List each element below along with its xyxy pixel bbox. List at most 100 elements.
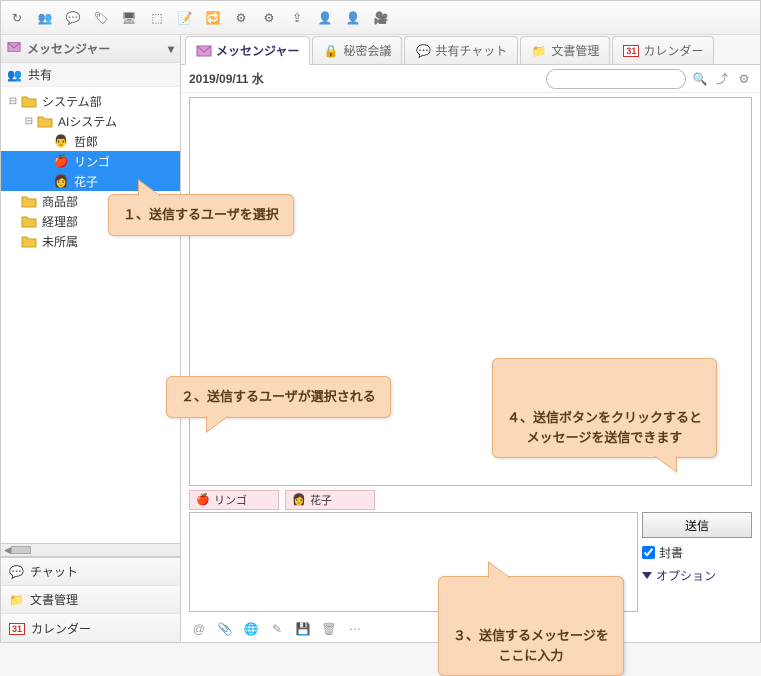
compose-icon[interactable]: 📝 (175, 8, 195, 28)
mail-icon (7, 40, 21, 57)
tab-mail[interactable]: メッセンジャー (185, 36, 310, 65)
trash-icon[interactable]: 🗑 (321, 621, 337, 637)
gear1-icon[interactable]: ⚙ (231, 8, 251, 28)
present-icon[interactable]: 🖥 (119, 8, 139, 28)
tree-label: 未所属 (42, 233, 78, 250)
sidenav-label: 文書管理 (30, 591, 78, 608)
search-icon[interactable]: 🔍 (692, 71, 708, 87)
mail-icon (196, 43, 212, 59)
up-icon[interactable]: ⤴ (714, 71, 730, 87)
person-add-icon[interactable]: 👤 (315, 8, 335, 28)
search-input[interactable] (546, 69, 686, 89)
tree-label: 経理部 (42, 213, 78, 230)
at-icon[interactable]: @ (191, 621, 207, 637)
tree-user[interactable]: 👨 哲郎 (1, 131, 180, 151)
folder-icon (21, 214, 37, 228)
sidebar: メッセンジャー ▾ 👥 共有 ⊟ システム部 ⊟ AIシステム 👨 哲郎 🍎 リンゴ 👩 花子商品… (1, 35, 181, 642)
marquee-icon[interactable]: ⬚ (147, 8, 167, 28)
triangle-down-icon (642, 572, 652, 579)
clip-icon[interactable]: 📎 (217, 621, 233, 637)
sidenav-doc[interactable]: 📁 文書管理 (1, 586, 180, 614)
folder-icon (21, 94, 37, 108)
tree-label: 哲郎 (74, 133, 98, 150)
apple-icon: 🍎 (53, 153, 69, 169)
tab-label: 文書管理 (551, 42, 599, 59)
sidenav-label: チャット (30, 563, 78, 580)
chevron-icon[interactable]: ▾ (168, 42, 174, 56)
tab-cal[interactable]: 31カレンダー (612, 36, 714, 64)
more-icon[interactable]: ⋯ (347, 621, 363, 637)
tree-label: 花子 (74, 173, 98, 190)
tree-user[interactable]: 🍎 リンゴ (1, 151, 180, 171)
avatar-f-icon: 👩 (292, 493, 306, 507)
sidebar-title: メッセンジャー (27, 40, 110, 57)
tab-label: 秘密会議 (343, 42, 391, 59)
tab-doc[interactable]: 📁文書管理 (520, 36, 610, 64)
recipient-row: 🍎リンゴ 👩 花子 (189, 490, 638, 510)
gear-icon[interactable]: ⚙ (736, 71, 752, 87)
tree-folder[interactable]: ⊟ AIシステム (1, 111, 180, 131)
group-icon[interactable]: 👥 (35, 8, 55, 28)
tree-toggle[interactable]: ⊟ (7, 96, 19, 107)
tag-icon[interactable]: 🏷 (91, 8, 111, 28)
tree-label: AIシステム (58, 113, 117, 130)
chat-icon: 💬 (9, 565, 24, 579)
doc-icon: 📁 (531, 43, 547, 59)
folder-icon (37, 114, 53, 128)
callout-1: １、送信するユーザを選択 (108, 194, 294, 236)
user-tree: ⊟ システム部 ⊟ AIシステム 👨 哲郎 🍎 リンゴ 👩 花子商品部経理部未所属 (1, 87, 180, 543)
lock-icon: 🔒 (323, 43, 339, 59)
chat-bubble-icon[interactable]: 💬 (63, 8, 83, 28)
folder-icon (21, 234, 37, 248)
upload-icon[interactable]: ⇪ (287, 8, 307, 28)
h-scrollbar[interactable]: ◀ (1, 543, 180, 557)
folder-icon (21, 194, 37, 208)
recipient-label: リンゴ (214, 492, 247, 508)
save-icon[interactable]: 💾 (295, 621, 311, 637)
callout-2: ２、送信するユーザが選択される (166, 376, 391, 418)
tab-lock[interactable]: 🔒秘密会議 (312, 36, 402, 64)
callout-3: ３、送信するメッセージを ここに入力 (438, 576, 624, 676)
share-label: 共有 (28, 66, 52, 83)
tree-label: 商品部 (42, 193, 78, 210)
share-row[interactable]: 👥 共有 (1, 63, 180, 87)
tree-label: システム部 (42, 93, 102, 110)
send-button[interactable]: 送信 (642, 512, 752, 538)
date-bar: 2019/09/11 水 🔍 ⤴ ⚙ (181, 65, 760, 93)
recipient-chip[interactable]: 👩 花子 (285, 490, 375, 510)
sidenav-chat[interactable]: 💬 チャット (1, 558, 180, 586)
video-icon[interactable]: 🎥 (371, 8, 391, 28)
edit-icon[interactable]: ✎ (269, 621, 285, 637)
recipient-label: 花子 (310, 492, 332, 508)
sync-icon[interactable]: 🔁 (203, 8, 223, 28)
date-label: 2019/09/11 水 (189, 70, 264, 87)
callout-4: ４、送信ボタンをクリックすると メッセージを送信できます (492, 358, 717, 458)
person-gear-icon[interactable]: 👤 (343, 8, 363, 28)
tab-chat[interactable]: 💬共有チャット (404, 36, 518, 64)
tree-folder[interactable]: ⊟ システム部 (1, 91, 180, 111)
sidenav-label: カレンダー (31, 620, 91, 637)
content-pane: メッセンジャー🔒秘密会議💬共有チャット📁文書管理31カレンダー 2019/09/… (181, 35, 760, 642)
tree-label: リンゴ (74, 153, 110, 170)
sealed-checkbox[interactable]: 封書 (642, 544, 752, 561)
avatar-m-icon: 👨 (53, 133, 69, 149)
globe-icon[interactable]: 🌐 (243, 621, 259, 637)
top-toolbar: ↻ 👥 💬 🏷 🖥 ⬚ 📝 🔁 ⚙ ⚙ ⇪ 👤 👤 🎥 (1, 1, 760, 35)
group-icon: 👥 (7, 68, 22, 82)
refresh-icon[interactable]: ↻ (7, 8, 27, 28)
chat-icon: 💬 (415, 43, 431, 59)
cal-icon: 31 (9, 621, 25, 635)
gear2-icon[interactable]: ⚙ (259, 8, 279, 28)
sidebar-header: メッセンジャー ▾ (1, 35, 180, 63)
tab-bar: メッセンジャー🔒秘密会議💬共有チャット📁文書管理31カレンダー (181, 35, 760, 65)
avatar-f-icon: 👩 (53, 173, 69, 189)
tab-label: メッセンジャー (216, 42, 299, 59)
sidenav-cal[interactable]: 31 カレンダー (1, 614, 180, 642)
tree-toggle[interactable]: ⊟ (23, 116, 35, 127)
recipient-chip[interactable]: 🍎リンゴ (189, 490, 279, 510)
tab-label: カレンダー (643, 42, 703, 59)
tab-label: 共有チャット (435, 42, 507, 59)
doc-icon: 📁 (9, 593, 24, 607)
options-toggle[interactable]: オプション (642, 567, 752, 584)
cal-icon: 31 (623, 43, 639, 59)
